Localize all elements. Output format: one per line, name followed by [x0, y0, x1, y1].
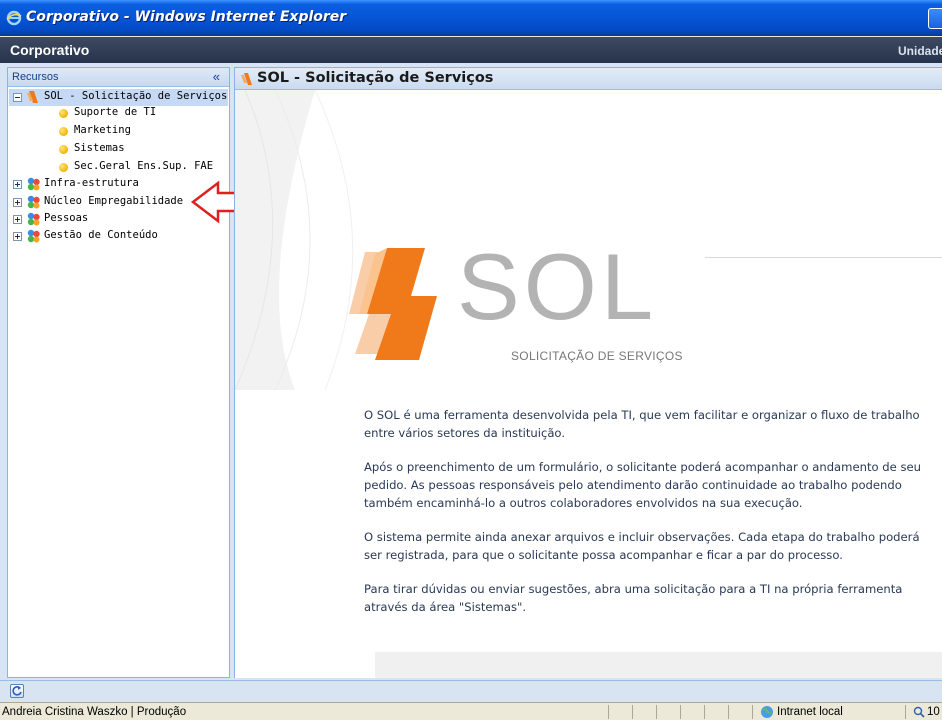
bulb-icon	[59, 109, 68, 118]
resources-panel-title: Recursos	[12, 71, 59, 83]
modules-icon	[27, 212, 40, 226]
description-paragraph: O SOL é uma ferramenta desenvolvida pela…	[364, 408, 920, 440]
status-divider	[608, 705, 609, 719]
app-title: Corporativo	[10, 42, 90, 58]
content-footer-box	[375, 652, 942, 678]
tree-node-label: Infra-estrutura	[44, 177, 139, 189]
tree-node-sistemas[interactable]: Sistemas	[9, 141, 228, 158]
modules-icon	[27, 177, 40, 191]
sol-logo-icon	[349, 248, 437, 360]
zoom-icon	[913, 706, 925, 718]
app-bottom-toolbar	[0, 680, 942, 702]
status-divider	[704, 705, 705, 719]
expand-node-icon[interactable]	[13, 180, 22, 189]
tree-node-label: Sistemas	[74, 142, 125, 154]
description-paragraph: Para tirar dúvidas ou enviar sugestões, …	[364, 582, 903, 614]
tree-node-sol[interactable]: SOL - Solicitação de Serviços	[9, 89, 228, 106]
description-paragraph: O sistema permite ainda anexar arquivos …	[364, 530, 920, 562]
tree-node-label: Suporte de TI	[74, 106, 157, 118]
app-header: Corporativo Unidade	[0, 37, 942, 63]
collapse-node-icon[interactable]	[13, 93, 22, 102]
internet-explorer-icon	[6, 10, 22, 26]
intranet-globe-icon	[761, 706, 773, 718]
window-title: Corporativo - Windows Internet Explorer	[26, 9, 347, 25]
tree-node-label: Pessoas	[44, 212, 89, 224]
status-divider	[656, 705, 657, 719]
status-text: Andreia Cristina Waszko | Produção	[2, 706, 187, 718]
tree-node-marketing[interactable]: Marketing	[9, 123, 228, 140]
collapse-panel-button[interactable]: «	[213, 69, 220, 84]
description-text: O SOL é uma ferramenta desenvolvida pela…	[364, 406, 934, 632]
sol-icon	[241, 73, 252, 85]
main-panel-title: SOL - Solicitação de Serviços	[257, 70, 494, 86]
status-divider	[632, 705, 633, 719]
tree-node-label: Núcleo Empregabilidade	[44, 195, 184, 207]
logo-subtitle: SOLICITAÇÃO DE SERVIÇOS	[511, 349, 683, 363]
status-divider	[905, 705, 906, 719]
resources-panel-header: Recursos «	[8, 68, 229, 87]
tree-node-label: Sec.Geral Ens.Sup. FAE	[74, 160, 214, 172]
tree-node-label: Gestão de Conteúdo	[44, 229, 158, 241]
resources-panel: Recursos « SOL - Solicitação de Serviços…	[7, 67, 230, 678]
expand-node-icon[interactable]	[13, 198, 22, 207]
status-divider	[728, 705, 729, 719]
minimize-button[interactable]	[928, 8, 942, 29]
modules-icon	[27, 229, 40, 243]
tree-node-gestao-conteudo[interactable]: Gestão de Conteúdo	[9, 228, 228, 245]
tree-node-suporte-ti[interactable]: Suporte de TI	[9, 105, 228, 122]
main-panel-header: SOL - Solicitação de Serviços	[235, 68, 942, 90]
logo-wordmark: SOL	[457, 234, 658, 339]
modules-icon	[27, 195, 40, 209]
zoom-level: 10	[927, 706, 940, 718]
bulb-icon	[59, 127, 68, 136]
unit-label[interactable]: Unidade	[898, 44, 942, 58]
window-title-bar: Corporativo - Windows Internet Explorer	[0, 0, 942, 36]
tree-node-sec-geral[interactable]: Sec.Geral Ens.Sup. FAE	[9, 159, 228, 176]
bulb-icon	[59, 145, 68, 154]
expand-node-icon[interactable]	[13, 232, 22, 241]
status-divider	[752, 705, 753, 719]
sol-icon	[27, 91, 38, 103]
logo-divider	[705, 257, 942, 258]
bulb-icon	[59, 163, 68, 172]
description-paragraph: Após o preenchimento de um formulário, o…	[364, 460, 921, 510]
status-divider	[680, 705, 681, 719]
security-zone-label: Intranet local	[777, 706, 843, 718]
tree-node-label: Marketing	[74, 124, 131, 136]
main-panel: SOL - Solicitação de Serviços SOL SOLICI…	[234, 67, 942, 678]
browser-status-bar: Andreia Cristina Waszko | Produção Intra…	[0, 702, 942, 720]
expand-node-icon[interactable]	[13, 215, 22, 224]
refresh-icon[interactable]	[10, 684, 24, 698]
tree-node-label: SOL - Solicitação de Serviços	[44, 90, 228, 102]
